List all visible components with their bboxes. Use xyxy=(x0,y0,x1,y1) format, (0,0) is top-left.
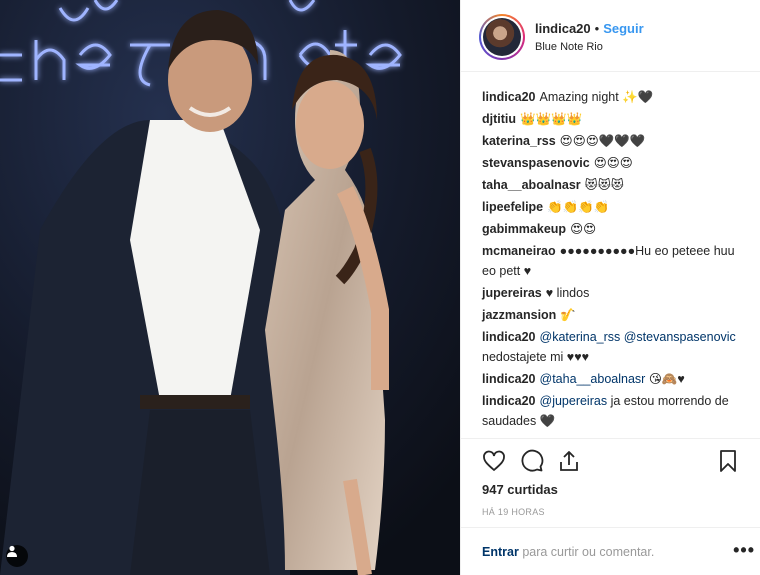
comment: stevanspasenovic 😍😍😍 xyxy=(482,152,744,174)
comment-mention[interactable]: @katerina_rss @stevanspasenovic xyxy=(540,330,736,344)
comment-mention[interactable]: @jupereiras xyxy=(540,394,608,408)
comment-username[interactable]: gabimmakeup xyxy=(482,222,566,236)
comment-text: 😍😍 xyxy=(570,222,597,236)
comment-username[interactable]: jupereiras xyxy=(482,286,542,300)
comment-text: nedostajete mi ♥♥♥ xyxy=(482,350,590,364)
comment-text: 👏👏👏👏 xyxy=(547,200,610,214)
comment-bar: Entrar para curtir ou comentar. ••• xyxy=(461,527,760,575)
instagram-post: lindica20 • Seguir Blue Note Rio lindica20… xyxy=(0,0,760,575)
more-options-button[interactable]: ••• xyxy=(733,540,755,561)
post-header: lindica20 • Seguir Blue Note Rio xyxy=(461,0,760,72)
avatar-image xyxy=(483,18,521,56)
separator-dot: • xyxy=(594,21,600,36)
likes-count[interactable]: 947 curtidas xyxy=(482,482,558,497)
comment-list: lindica20 Amazing night ✨🖤 djtitiu 👑👑👑👑 ka… xyxy=(482,86,744,432)
comment-username[interactable]: taha__aboalnasr xyxy=(482,178,581,192)
post-photo[interactable] xyxy=(0,0,460,575)
comment-text: 🎷 xyxy=(560,308,576,322)
author-username[interactable]: lindica20 xyxy=(535,21,591,36)
location-link[interactable]: Blue Note Rio xyxy=(535,41,603,53)
comment-text: 😻😻😻 xyxy=(584,178,624,192)
user-line: lindica20 • Seguir xyxy=(535,21,644,36)
comment-username[interactable]: jazzmansion xyxy=(482,308,556,322)
comment: gabimmakeup 😍😍 xyxy=(482,218,744,240)
comment: mcmaneirao ●●●●●●●●●●Hu eo peteee huu eo … xyxy=(482,240,744,282)
person-icon xyxy=(7,545,17,557)
comment: taha__aboalnasr 😻😻😻 xyxy=(482,174,744,196)
login-link[interactable]: Entrar xyxy=(482,545,519,559)
comment-username[interactable]: lindica20 xyxy=(482,394,536,408)
comment: jazzmansion 🎷 xyxy=(482,304,744,326)
login-prompt: Entrar para curtir ou comentar. xyxy=(482,545,654,559)
comment-mention[interactable]: @taha__aboalnasr xyxy=(540,372,646,386)
comment-username[interactable]: djtitiu xyxy=(482,112,516,126)
follow-button[interactable]: Seguir xyxy=(603,21,643,36)
post-details-pane: lindica20 • Seguir Blue Note Rio lindica20… xyxy=(460,0,760,575)
comment: djtitiu 👑👑👑👑 xyxy=(482,108,744,130)
comment: jupereiras ♥ lindos xyxy=(482,282,744,304)
comment-username[interactable]: lipeefelipe xyxy=(482,200,543,214)
comment-username[interactable]: lindica20 xyxy=(482,90,536,104)
tagged-people-button[interactable] xyxy=(6,545,28,567)
comment-username[interactable]: mcmaneirao xyxy=(482,244,556,258)
avatar[interactable] xyxy=(479,14,525,60)
comment-text: Amazing night ✨🖤 xyxy=(539,90,654,104)
comment: katerina_rss 😍😍😍🖤🖤🖤 xyxy=(482,130,744,152)
caption: lindica20 Amazing night ✨🖤 xyxy=(482,86,744,108)
comment-username[interactable]: lindica20 xyxy=(482,372,536,386)
comment-username[interactable]: stevanspasenovic xyxy=(482,156,590,170)
comment-text: 👑👑👑👑 xyxy=(520,112,583,126)
comment-text: ♥ lindos xyxy=(545,286,590,300)
comment: lipeefelipe 👏👏👏👏 xyxy=(482,196,744,218)
action-bar xyxy=(461,438,760,483)
heart-icon[interactable] xyxy=(482,449,506,473)
bookmark-icon[interactable] xyxy=(716,449,740,473)
comment-text: 😍😍😍🖤🖤🖤 xyxy=(559,134,646,148)
comment-text: 😍😍😍 xyxy=(593,156,633,170)
comment: lindica20 @katerina_rss @stevanspasenovic… xyxy=(482,326,744,368)
comment: lindica20 @taha__aboalnasr 😘🙈♥ xyxy=(482,368,744,390)
comment-icon[interactable] xyxy=(520,449,544,473)
photo-illustration xyxy=(0,0,460,575)
comment: lindica20 @jupereiras ja estou morrendo d… xyxy=(482,390,744,432)
post-timestamp[interactable]: Há 19 horas xyxy=(482,507,545,517)
comment-username[interactable]: katerina_rss xyxy=(482,134,556,148)
share-icon[interactable] xyxy=(557,449,581,473)
comment-text: 😘🙈♥ xyxy=(648,372,685,386)
login-prompt-text: para curtir ou comentar. xyxy=(522,545,655,559)
comment-username[interactable]: lindica20 xyxy=(482,330,536,344)
